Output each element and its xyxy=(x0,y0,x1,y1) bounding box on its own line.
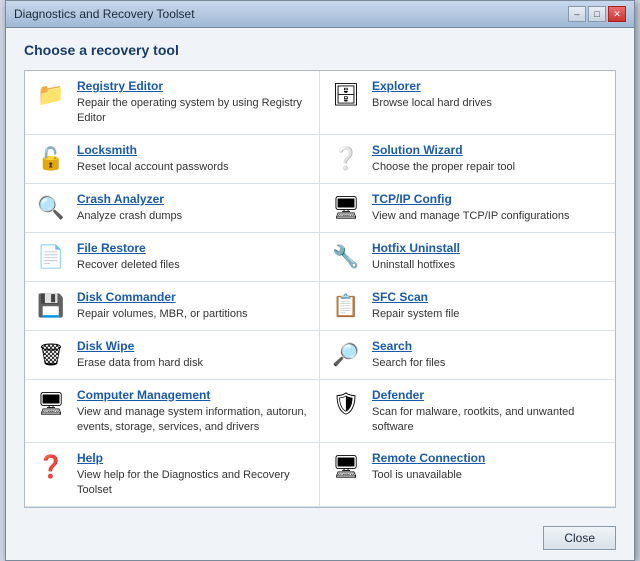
tool-item-hotfix-uninstall[interactable]: 🔧 Hotfix Uninstall Uninstall hotfixes xyxy=(320,233,615,282)
maximize-button[interactable]: □ xyxy=(588,6,606,22)
sfc-scan-icon: 📋 xyxy=(330,290,362,322)
tool-item-sfc-scan[interactable]: 📋 SFC Scan Repair system file xyxy=(320,282,615,331)
hotfix-uninstall-icon: 🔧 xyxy=(330,241,362,273)
locksmith-icon: 🔓 xyxy=(35,143,67,175)
tool-item-disk-commander[interactable]: 💾 Disk Commander Repair volumes, MBR, or… xyxy=(25,282,320,331)
disk-wipe-desc: Erase data from hard disk xyxy=(77,357,203,369)
help-link[interactable]: Help xyxy=(77,451,309,465)
minimize-button[interactable]: – xyxy=(568,6,586,22)
search-icon: 🔎 xyxy=(330,339,362,371)
tcp-ip-config-icon: 🖥 xyxy=(330,192,362,224)
sfc-scan-desc: Repair system file xyxy=(372,308,459,320)
explorer-link[interactable]: Explorer xyxy=(372,79,605,93)
tool-item-computer-management[interactable]: 🖥 Computer Management View and manage sy… xyxy=(25,380,320,444)
solution-wizard-link[interactable]: Solution Wizard xyxy=(372,143,605,157)
defender-desc: Scan for malware, rootkits, and unwanted… xyxy=(372,406,574,433)
crash-analyzer-icon: 🔍 xyxy=(35,192,67,224)
hotfix-uninstall-link[interactable]: Hotfix Uninstall xyxy=(372,241,605,255)
help-icon: ❓ xyxy=(35,451,67,483)
disk-commander-link[interactable]: Disk Commander xyxy=(77,290,309,304)
computer-management-desc: View and manage system information, auto… xyxy=(77,406,307,433)
help-desc: View help for the Diagnostics and Recove… xyxy=(77,469,290,496)
page-title: Choose a recovery tool xyxy=(24,42,616,58)
tool-item-tcp-ip-config[interactable]: 🖥 TCP/IP Config View and manage TCP/IP c… xyxy=(320,184,615,233)
solution-wizard-desc: Choose the proper repair tool xyxy=(372,161,515,173)
crash-analyzer-link[interactable]: Crash Analyzer xyxy=(77,192,309,206)
tool-item-disk-wipe[interactable]: 🗑 Disk Wipe Erase data from hard disk xyxy=(25,331,320,380)
explorer-icon: 🗄 xyxy=(330,79,362,111)
file-restore-desc: Recover deleted files xyxy=(77,259,180,271)
registry-editor-icon: 📁 xyxy=(35,79,67,111)
title-bar: Diagnostics and Recovery Toolset – □ ✕ xyxy=(6,1,634,28)
close-button[interactable]: Close xyxy=(543,526,616,550)
hotfix-uninstall-desc: Uninstall hotfixes xyxy=(372,259,455,271)
registry-editor-desc: Repair the operating system by using Reg… xyxy=(77,97,302,124)
tool-item-remote-connection[interactable]: 🖥 Remote Connection Tool is unavailable xyxy=(320,443,615,507)
tool-item-explorer[interactable]: 🗄 Explorer Browse local hard drives xyxy=(320,71,615,135)
tool-item-registry-editor[interactable]: 📁 Registry Editor Repair the operating s… xyxy=(25,71,320,135)
remote-connection-icon: 🖥 xyxy=(330,451,362,483)
tool-item-help[interactable]: ❓ Help View help for the Diagnostics and… xyxy=(25,443,320,507)
crash-analyzer-desc: Analyze crash dumps xyxy=(77,210,182,222)
explorer-desc: Browse local hard drives xyxy=(372,97,492,109)
sfc-scan-link[interactable]: SFC Scan xyxy=(372,290,605,304)
solution-wizard-icon: ❔ xyxy=(330,143,362,175)
remote-connection-link[interactable]: Remote Connection xyxy=(372,451,605,465)
footer: Close xyxy=(6,518,634,560)
disk-commander-icon: 💾 xyxy=(35,290,67,322)
file-restore-icon: 📄 xyxy=(35,241,67,273)
remote-connection-desc: Tool is unavailable xyxy=(372,469,462,481)
disk-wipe-link[interactable]: Disk Wipe xyxy=(77,339,309,353)
registry-editor-link[interactable]: Registry Editor xyxy=(77,79,309,93)
disk-wipe-icon: 🗑 xyxy=(35,339,67,371)
content-area: Choose a recovery tool 📁 Registry Editor… xyxy=(6,28,634,518)
computer-management-link[interactable]: Computer Management xyxy=(77,388,309,402)
tool-item-crash-analyzer[interactable]: 🔍 Crash Analyzer Analyze crash dumps xyxy=(25,184,320,233)
tcp-ip-config-desc: View and manage TCP/IP configurations xyxy=(372,210,570,222)
tool-item-search[interactable]: 🔎 Search Search for files xyxy=(320,331,615,380)
tool-item-solution-wizard[interactable]: ❔ Solution Wizard Choose the proper repa… xyxy=(320,135,615,184)
defender-link[interactable]: Defender xyxy=(372,388,605,402)
defender-icon: 🛡 xyxy=(330,388,362,420)
tool-item-locksmith[interactable]: 🔓 Locksmith Reset local account password… xyxy=(25,135,320,184)
file-restore-link[interactable]: File Restore xyxy=(77,241,309,255)
disk-commander-desc: Repair volumes, MBR, or partitions xyxy=(77,308,248,320)
tool-item-file-restore[interactable]: 📄 File Restore Recover deleted files xyxy=(25,233,320,282)
window-title: Diagnostics and Recovery Toolset xyxy=(14,7,195,21)
locksmith-link[interactable]: Locksmith xyxy=(77,143,309,157)
main-window: Diagnostics and Recovery Toolset – □ ✕ C… xyxy=(5,0,635,561)
search-link[interactable]: Search xyxy=(372,339,605,353)
tools-grid: 📁 Registry Editor Repair the operating s… xyxy=(24,70,616,508)
search-desc: Search for files xyxy=(372,357,445,369)
computer-management-icon: 🖥 xyxy=(35,388,67,420)
tool-item-defender[interactable]: 🛡 Defender Scan for malware, rootkits, a… xyxy=(320,380,615,444)
title-bar-buttons: – □ ✕ xyxy=(568,6,626,22)
locksmith-desc: Reset local account passwords xyxy=(77,161,229,173)
tcp-ip-config-link[interactable]: TCP/IP Config xyxy=(372,192,605,206)
window-close-button[interactable]: ✕ xyxy=(608,6,626,22)
